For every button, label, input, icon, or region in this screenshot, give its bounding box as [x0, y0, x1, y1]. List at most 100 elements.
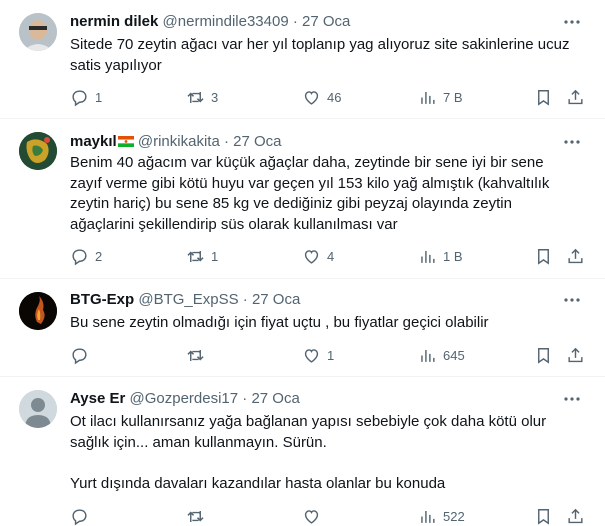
separator: ·: [242, 291, 248, 308]
heart-icon: [304, 90, 319, 105]
share-icon: [568, 508, 583, 523]
views-button[interactable]: 645: [418, 345, 465, 365]
reply-button[interactable]: [70, 506, 95, 526]
like-button[interactable]: 4: [302, 246, 334, 266]
share-button[interactable]: [566, 246, 585, 266]
tweet-4[interactable]: Ayse Er @Gozperdesi17 · 27 Oca Ot ilacı …: [0, 377, 605, 525]
avatar[interactable]: [19, 292, 57, 330]
more-horizontal-icon: [564, 140, 580, 144]
retweet-button[interactable]: 3: [186, 87, 218, 107]
reply-button[interactable]: 1: [70, 87, 102, 107]
retweet-count: 3: [211, 89, 219, 105]
views-button[interactable]: 522: [418, 506, 465, 526]
tweet-text: Bu sene zeytin olmadığı için fiyat uçtu …: [70, 314, 489, 331]
retweet-icon: [187, 250, 204, 262]
bookmark-button[interactable]: [534, 345, 553, 365]
tweet-actions: 2 1 4 1 B: [70, 246, 590, 266]
tweet-date[interactable]: 27 Oca: [252, 291, 300, 308]
more-horizontal-icon: [564, 20, 580, 24]
reply-button[interactable]: [70, 345, 95, 365]
more-options-button[interactable]: [560, 389, 584, 409]
retweet-button[interactable]: [186, 506, 211, 526]
retweet-button[interactable]: [186, 345, 211, 365]
views-button[interactable]: 1 B: [418, 246, 463, 266]
tweet-text: Benim 40 ağacım var küçük ağaçlar daha, …: [70, 154, 550, 233]
like-count: 4: [327, 248, 335, 264]
retweet-count: 1: [211, 248, 219, 264]
separator: ·: [223, 133, 229, 150]
tweet-3[interactable]: BTG-Exp @BTG_ExpSS · 27 Oca Bu sene zeyt…: [0, 279, 605, 376]
author-name[interactable]: Ayse Er: [70, 390, 125, 407]
retweet-icon: [187, 510, 204, 522]
bookmark-icon: [538, 508, 549, 525]
views-icon: [421, 91, 435, 104]
views-icon: [421, 510, 435, 523]
retweet-icon: [187, 349, 204, 361]
more-options-button[interactable]: [560, 132, 584, 152]
tweet-actions: 522: [70, 506, 590, 526]
tweet-text: Ot ilacı kullanırsanız yağa bağlanan yap…: [70, 413, 547, 492]
like-button[interactable]: [302, 506, 327, 526]
reply-icon: [72, 89, 87, 106]
tweet-actions: 1 645: [70, 345, 590, 365]
separator: ·: [242, 390, 248, 407]
reply-icon: [72, 347, 87, 364]
share-button[interactable]: [566, 87, 585, 107]
share-button[interactable]: [566, 506, 585, 526]
views-count: 645: [443, 347, 465, 363]
bookmark-icon: [538, 248, 549, 265]
retweet-button[interactable]: 1: [186, 246, 218, 266]
reply-icon: [72, 508, 87, 525]
tweet-header: nermin dilek @nermindile33409 · 27 Oca: [70, 12, 350, 32]
avatar[interactable]: [19, 390, 57, 428]
like-button[interactable]: 1: [302, 345, 334, 365]
author-handle[interactable]: @nermindile33409: [163, 13, 289, 30]
heart-icon: [304, 249, 319, 264]
tweet-actions: 1 3 46 7 B: [70, 87, 590, 107]
tweet-header: Ayse Er @Gozperdesi17 · 27 Oca: [70, 389, 300, 409]
more-options-button[interactable]: [560, 12, 584, 32]
tweet-2[interactable]: maykıl @rinkikakita · 27 Oca Benim 40 ağ…: [0, 119, 605, 278]
like-button[interactable]: 46: [302, 87, 341, 107]
author-handle[interactable]: @Gozperdesi17: [129, 390, 238, 407]
niger-flag-icon: [117, 136, 134, 147]
reply-count: 1: [95, 89, 103, 105]
author-name[interactable]: maykıl: [70, 133, 117, 150]
views-button[interactable]: 7 B: [418, 87, 463, 107]
tweet-date[interactable]: 27 Oca: [302, 13, 350, 30]
like-count: 46: [327, 89, 342, 105]
bookmark-button[interactable]: [534, 87, 553, 107]
author-handle[interactable]: @BTG_ExpSS: [138, 291, 238, 308]
tweet-header: maykıl @rinkikakita · 27 Oca: [70, 132, 282, 152]
tweet-header: BTG-Exp @BTG_ExpSS · 27 Oca: [70, 290, 300, 310]
more-horizontal-icon: [564, 298, 580, 302]
views-count: 522: [443, 508, 465, 524]
share-icon: [568, 89, 583, 104]
views-icon: [421, 250, 435, 263]
reply-count: 2: [95, 248, 103, 264]
reply-button[interactable]: 2: [70, 246, 102, 266]
author-handle[interactable]: @rinkikakita: [138, 133, 220, 150]
heart-icon: [304, 509, 319, 524]
avatar[interactable]: [19, 132, 57, 170]
author-name[interactable]: nermin dilek: [70, 13, 158, 30]
author-name[interactable]: BTG-Exp: [70, 291, 134, 308]
bookmark-icon: [538, 347, 549, 364]
views-count: 7 B: [443, 89, 463, 105]
retweet-icon: [187, 91, 204, 103]
separator: ·: [292, 13, 298, 30]
avatar[interactable]: [19, 13, 57, 51]
tweet-1[interactable]: nermin dilek @nermindile33409 · 27 Oca S…: [0, 0, 605, 118]
more-options-button[interactable]: [560, 290, 584, 310]
views-count: 1 B: [443, 248, 463, 264]
tweet-date[interactable]: 27 Oca: [251, 390, 299, 407]
tweet-text: Sitede 70 zeytin ağacı var her yıl topla…: [70, 36, 570, 74]
tweet-date[interactable]: 27 Oca: [233, 133, 281, 150]
views-icon: [421, 349, 435, 362]
bookmark-button[interactable]: [534, 506, 553, 526]
share-button[interactable]: [566, 345, 585, 365]
share-icon: [568, 248, 583, 263]
heart-icon: [304, 348, 319, 363]
like-count: 1: [327, 347, 335, 363]
bookmark-button[interactable]: [534, 246, 553, 266]
